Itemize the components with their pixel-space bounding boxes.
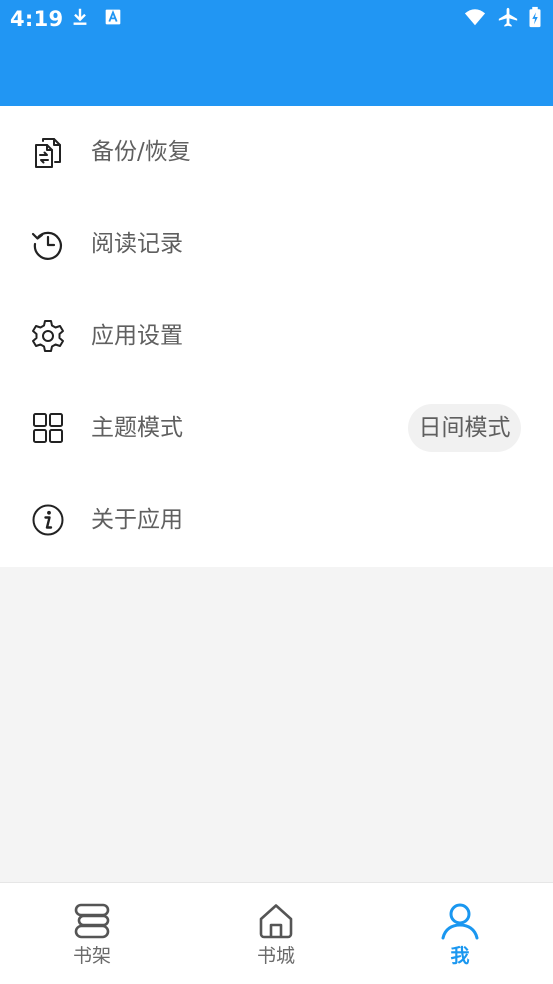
home-icon: [259, 904, 293, 939]
battery-charging-icon: [529, 6, 541, 28]
gear-icon: [32, 320, 64, 352]
text-a-icon: [105, 9, 121, 25]
status-time: 4:19: [10, 7, 64, 31]
history-icon: [31, 231, 62, 260]
nav-label: 书城: [256, 945, 295, 967]
menu-label: 阅读记录: [91, 231, 183, 257]
status-bar: 4:19: [0, 0, 553, 38]
grid-icon: [33, 413, 63, 443]
menu-label: 应用设置: [91, 323, 183, 349]
app-header: 4:19: [0, 0, 553, 106]
menu-label: 关于应用: [91, 507, 183, 533]
nav-tab-me[interactable]: 我: [368, 883, 552, 984]
menu-item-backup-restore[interactable]: 备份/恢复: [0, 106, 553, 198]
nav-tab-bookstore[interactable]: 书城: [184, 883, 368, 984]
menu-item-about-app[interactable]: 关于应用: [0, 474, 553, 566]
nav-label: 书架: [72, 945, 111, 967]
menu-item-app-settings[interactable]: 应用设置: [0, 290, 553, 382]
nav-tab-bookshelf[interactable]: 书架: [0, 883, 184, 984]
user-icon: [441, 903, 479, 940]
wifi-icon: [464, 9, 486, 26]
theme-mode-toggle[interactable]: 日间模式: [408, 404, 521, 452]
menu-label: 主题模式: [91, 415, 183, 441]
nav-label: 我: [450, 945, 470, 967]
menu-item-reading-history[interactable]: 阅读记录: [0, 198, 553, 290]
bottom-navigation: 书架 书城 我: [0, 882, 553, 984]
menu-label: 备份/恢复: [91, 139, 191, 165]
download-icon: [73, 8, 87, 25]
bookshelf-icon: [74, 903, 110, 939]
settings-menu: 备份/恢复 阅读记录 应用设置 主题模式 日间模式 关于应用: [0, 106, 553, 567]
airplane-icon: [498, 7, 518, 27]
info-icon: [32, 504, 64, 536]
menu-item-theme-mode[interactable]: 主题模式 日间模式: [0, 382, 553, 474]
backup-restore-icon: [35, 138, 61, 168]
